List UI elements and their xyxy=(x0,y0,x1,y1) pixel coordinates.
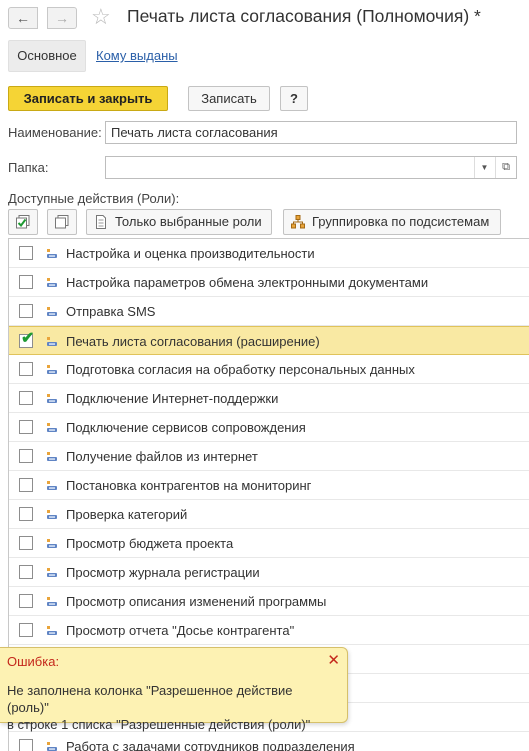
role-label: Просмотр описания изменений программы xyxy=(66,594,327,609)
favorite-star-icon[interactable]: ☆ xyxy=(91,4,111,30)
error-message-line-1: Не заполнена колонка "Разрешенное действ… xyxy=(7,683,293,715)
page-title: Печать листа согласования (Полномочия) * xyxy=(127,6,481,26)
role-row[interactable]: ✔ Печать листа согласования (расширение) xyxy=(9,326,529,355)
dropdown-arrow-icon[interactable]: ▼ xyxy=(474,157,494,178)
role-label: Печать листа согласования (расширение) xyxy=(66,334,320,349)
role-label: Подключение Интернет-поддержки xyxy=(66,391,279,406)
role-checkbox[interactable] xyxy=(19,478,33,492)
checkmark-icon: ✔ xyxy=(21,330,35,347)
role-icon xyxy=(47,423,57,432)
role-checkbox[interactable] xyxy=(19,449,33,463)
role-checkbox[interactable] xyxy=(19,565,33,579)
role-row[interactable]: Получение файлов из интернет xyxy=(9,442,529,471)
role-icon xyxy=(47,481,57,490)
role-icon xyxy=(47,742,57,751)
uncheck-all-icon xyxy=(55,215,69,229)
error-message: Не заполнена колонка "Разрешенное действ… xyxy=(7,682,337,733)
role-row[interactable]: Настройка параметров обмена электронными… xyxy=(9,268,529,297)
folder-input[interactable]: ▼ ⧉ xyxy=(105,156,517,179)
name-input[interactable]: Печать листа согласования xyxy=(105,121,517,144)
role-label: Получение файлов из интернет xyxy=(66,449,258,464)
role-label: Подготовка согласия на обработку персона… xyxy=(66,362,415,377)
role-icon xyxy=(47,452,57,461)
role-icon xyxy=(47,626,57,635)
role-label: Настройка и оценка производительности xyxy=(66,246,315,261)
role-checkbox[interactable] xyxy=(19,739,33,751)
role-checkbox[interactable] xyxy=(19,304,33,318)
role-row[interactable]: Просмотр отчета "Досье контрагента" xyxy=(9,616,529,645)
tab-issued-to-link[interactable]: Кому выданы xyxy=(96,48,178,63)
group-by-subsystem-button[interactable]: Группировка по подсистемам xyxy=(283,209,501,235)
uncheck-all-button[interactable] xyxy=(47,209,77,235)
arrow-left-icon: ← xyxy=(16,10,30,26)
role-label: Постановка контрагентов на мониторинг xyxy=(66,478,312,493)
close-icon[interactable]: ✕ xyxy=(327,651,340,669)
only-selected-roles-button[interactable]: Только выбранные роли xyxy=(86,209,272,235)
role-icon xyxy=(47,510,57,519)
role-label: Просмотр отчета "Досье контрагента" xyxy=(66,623,295,638)
role-checkbox[interactable]: ✔ xyxy=(19,330,34,348)
role-row[interactable]: Работа с задачами сотрудников подразделе… xyxy=(9,732,529,751)
role-checkbox[interactable] xyxy=(19,362,33,376)
role-checkbox[interactable] xyxy=(19,391,33,405)
role-checkbox[interactable] xyxy=(19,507,33,521)
save-button[interactable]: Записать xyxy=(188,86,270,111)
role-label: Просмотр бюджета проекта xyxy=(66,536,234,551)
role-icon xyxy=(47,307,57,316)
role-label: Отправка SMS xyxy=(66,304,156,319)
forward-button[interactable]: → xyxy=(47,7,77,29)
role-row[interactable]: Проверка категорий xyxy=(9,500,529,529)
role-row[interactable]: Подключение сервисов сопровождения xyxy=(9,413,529,442)
name-label: Наименование: xyxy=(8,125,102,140)
role-label: Проверка категорий xyxy=(66,507,188,522)
role-icon xyxy=(47,249,57,258)
role-row[interactable]: Постановка контрагентов на мониторинг xyxy=(9,471,529,500)
arrow-right-icon: → xyxy=(55,10,69,26)
tab-main[interactable]: Основное xyxy=(8,40,86,72)
role-row[interactable]: Подготовка согласия на обработку персона… xyxy=(9,355,529,384)
check-all-icon xyxy=(16,215,30,229)
role-icon xyxy=(47,365,57,374)
role-checkbox[interactable] xyxy=(19,275,33,289)
only-selected-roles-label: Только выбранные роли xyxy=(115,214,262,229)
help-button[interactable]: ? xyxy=(280,86,308,111)
role-row[interactable]: Просмотр описания изменений программы xyxy=(9,587,529,616)
role-row[interactable]: Просмотр журнала регистрации xyxy=(9,558,529,587)
role-icon xyxy=(47,568,57,577)
role-checkbox[interactable] xyxy=(19,536,33,550)
role-icon xyxy=(47,394,57,403)
role-label: Настройка параметров обмена электронными… xyxy=(66,275,429,290)
role-icon xyxy=(47,597,57,606)
save-and-close-button[interactable]: Записать и закрыть xyxy=(8,86,168,111)
roles-label: Доступные действия (Роли): xyxy=(8,191,180,206)
role-label: Работа с задачами сотрудников подразделе… xyxy=(66,739,355,751)
error-notification: Ошибка: ✕ Не заполнена колонка "Разрешен… xyxy=(0,647,348,732)
role-checkbox[interactable] xyxy=(19,594,33,608)
group-by-subsystem-label: Группировка по подсистемам xyxy=(312,214,490,229)
role-checkbox[interactable] xyxy=(19,420,33,434)
check-all-button[interactable] xyxy=(8,209,38,235)
open-folder-icon[interactable]: ⧉ xyxy=(495,157,516,178)
role-row[interactable]: Подключение Интернет-поддержки xyxy=(9,384,529,413)
folder-label: Папка: xyxy=(8,160,49,175)
role-icon xyxy=(47,337,57,346)
error-title: Ошибка: xyxy=(7,654,60,669)
role-row[interactable]: Отправка SMS xyxy=(9,297,529,326)
role-label: Подключение сервисов сопровождения xyxy=(66,420,306,435)
role-row[interactable]: Просмотр бюджета проекта xyxy=(9,529,529,558)
role-checkbox[interactable] xyxy=(19,246,33,260)
role-label: Просмотр журнала регистрации xyxy=(66,565,260,580)
role-checkbox[interactable] xyxy=(19,623,33,637)
hierarchy-icon xyxy=(291,215,305,229)
role-icon xyxy=(47,278,57,287)
error-message-line-2: в строке 1 списка "Разрешенные действия … xyxy=(7,717,311,732)
role-row[interactable]: Настройка и оценка производительности xyxy=(9,239,529,268)
back-button[interactable]: ← xyxy=(8,7,38,29)
role-icon xyxy=(47,539,57,548)
document-icon xyxy=(96,215,106,229)
